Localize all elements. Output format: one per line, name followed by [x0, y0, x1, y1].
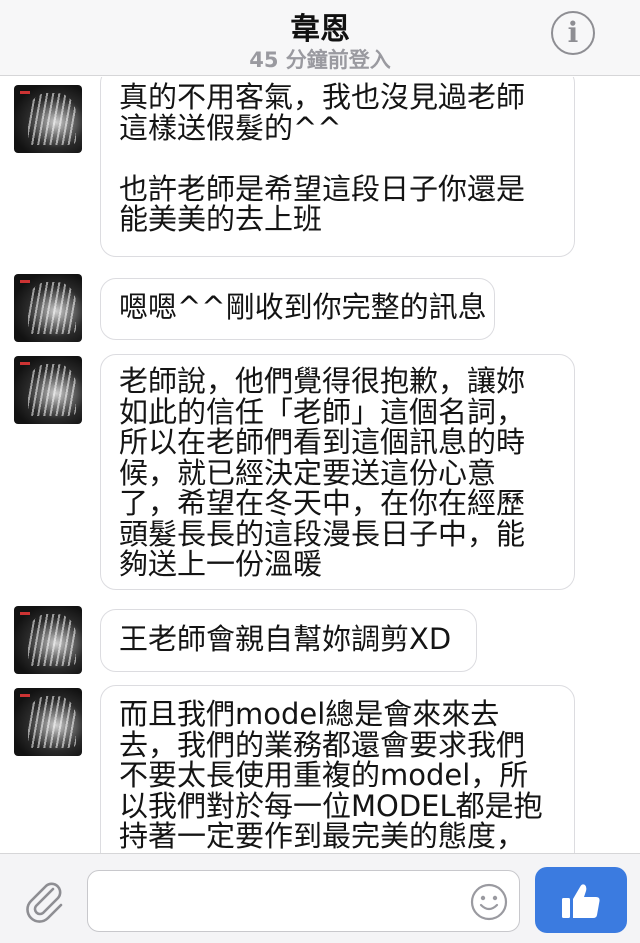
message-line: 持著一定要作到最完美的態度， [119, 819, 526, 853]
message-line: 王老師會親自幫妳調剪XD [119, 622, 452, 656]
message-line: 以我們對於每一位MODEL都是抱 [119, 788, 543, 823]
message-line: 頭髮長長的這段漫長日子中，能 [119, 516, 526, 551]
smiley-icon[interactable] [470, 883, 508, 921]
message-line: 如此的信任「老師」這個名詞， [119, 394, 526, 429]
message-line: 真的不用客氣，我也沒見過老師 [119, 80, 526, 114]
like-button[interactable] [535, 867, 627, 933]
message-line: 候，就已經決定要送這份心意 [119, 455, 497, 490]
message-input[interactable] [87, 870, 520, 932]
message-bubble[interactable]: 真的不用客氣，我也沒見過老師 這樣送假髮的^^ 也許老師是希望這段日子你還是 能… [100, 77, 575, 257]
paperclip-icon[interactable] [20, 876, 68, 924]
thumbs-up-icon [562, 884, 600, 918]
message-bubble[interactable]: 老師說，他們覺得很抱歉，讓妳 如此的信任「老師」這個名詞， 所以在老師們看到這個… [100, 354, 575, 590]
message-bubble[interactable]: 嗯嗯^^剛收到你完整的訊息 [100, 278, 495, 340]
message-line: 老師說，他們覺得很抱歉，讓妳 [119, 364, 526, 398]
message-bubble[interactable]: 王老師會親自幫妳調剪XD [100, 609, 477, 672]
chat-header: 韋恩 45 分鐘前登入 i [0, 0, 640, 76]
message-line: 去，我們的業務都還會要求我們 [119, 727, 526, 762]
message-bubble[interactable]: 而且我們model總是會來來去 去，我們的業務都還會要求我們 不要太長使用重複的… [100, 685, 575, 853]
message-line: 也許老師是希望這段日子你還是 [119, 171, 526, 206]
message-line: 能美美的去上班 [119, 202, 323, 236]
avatar[interactable] [14, 274, 82, 342]
message-line: 了，希望在冬天中，在你在經歷 [119, 486, 526, 520]
message-composer [0, 853, 640, 943]
message-line: 夠送上一份溫暖 [119, 547, 323, 581]
contact-name[interactable]: 韋恩 [0, 4, 640, 48]
avatar[interactable] [14, 356, 82, 424]
last-active-status: 45 分鐘前登入 [249, 48, 391, 72]
message-line: 嗯嗯^^剛收到你完整的訊息 [119, 290, 487, 324]
message-line: 不要太長使用重複的model，所 [119, 758, 529, 792]
message-line: 這樣送假髮的^^ [119, 110, 342, 145]
avatar[interactable] [14, 606, 82, 674]
avatar[interactable] [14, 85, 82, 153]
message-line: 而且我們model總是會來來去 [119, 697, 500, 731]
message-line: 所以在老師們看到這個訊息的時 [119, 425, 526, 459]
message-thread[interactable]: 真的不用客氣，我也沒見過老師 這樣送假髮的^^ 也許老師是希望這段日子你還是 能… [0, 77, 640, 853]
avatar[interactable] [14, 688, 82, 756]
info-icon[interactable]: i [551, 11, 595, 55]
